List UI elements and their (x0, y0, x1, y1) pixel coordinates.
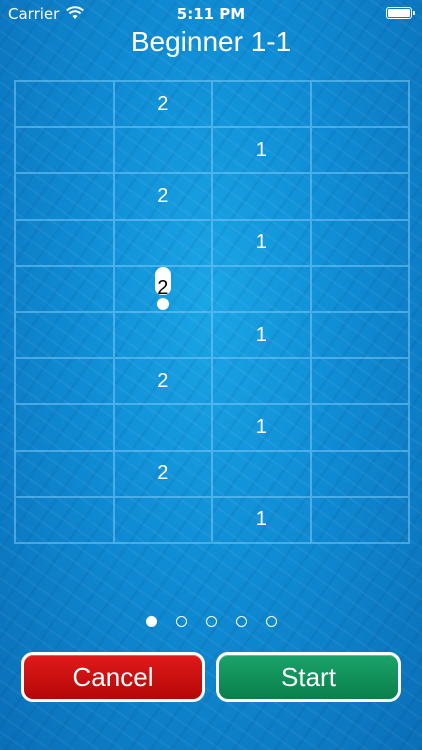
start-button[interactable]: Start (216, 652, 401, 702)
grid-cell[interactable]: 2 (113, 358, 212, 405)
page-dot[interactable] (145, 616, 157, 627)
cell-number: 1 (255, 508, 267, 531)
cell-number: 1 (255, 231, 267, 254)
cancel-button[interactable]: Cancel (21, 652, 205, 702)
grid-cell[interactable] (15, 127, 114, 174)
grid-cell[interactable] (113, 312, 212, 359)
grid-cell[interactable] (212, 173, 311, 220)
grid-cell[interactable] (15, 219, 114, 266)
game-grid[interactable]: 2 1 2 1 2 1 2 1 2 1 (14, 80, 410, 544)
cell-number: 1 (255, 415, 267, 438)
battery-icon (386, 7, 415, 19)
status-bar: Carrier 5:11 PM (0, 0, 422, 28)
grid-cell[interactable]: 1 (212, 127, 311, 174)
grid-cell[interactable] (15, 81, 114, 128)
grid-cell[interactable]: 1 (212, 496, 311, 543)
grid-cell[interactable]: 2 (113, 173, 212, 220)
grid-cell[interactable]: 2 (113, 81, 212, 128)
grid-cell[interactable] (212, 450, 311, 497)
grid-cell[interactable] (113, 496, 212, 543)
grid-cell[interactable] (113, 404, 212, 451)
cell-number: 2 (157, 462, 169, 485)
grid-cell[interactable] (113, 219, 212, 266)
grid-cell[interactable]: 1 (212, 312, 311, 359)
grid-cell[interactable] (212, 265, 311, 312)
grid-cell[interactable]: 2 (113, 450, 212, 497)
cell-number: 1 (255, 138, 267, 161)
grid-cell[interactable]: 1 (212, 219, 311, 266)
cell-number: 2 (157, 184, 169, 207)
grid-cell[interactable] (310, 312, 409, 359)
page-dot[interactable] (235, 616, 247, 627)
page-dot[interactable] (175, 616, 187, 627)
grid-cell[interactable] (15, 312, 114, 359)
page-indicator[interactable] (0, 616, 422, 627)
grid-cell[interactable] (310, 81, 409, 128)
page-dot[interactable] (265, 616, 277, 627)
grid-cell[interactable] (15, 265, 114, 312)
cell-number: 2 (157, 277, 169, 300)
grid-cell[interactable] (113, 127, 212, 174)
grid-cell[interactable] (310, 219, 409, 266)
grid-cell[interactable] (15, 173, 114, 220)
grid-cell[interactable] (15, 496, 114, 543)
cell-number: 1 (255, 323, 267, 346)
grid-cell[interactable] (310, 358, 409, 405)
grid-cell[interactable]: 1 (212, 404, 311, 451)
grid-cell[interactable] (310, 404, 409, 451)
grid-cell[interactable] (310, 450, 409, 497)
grid-cell[interactable] (212, 81, 311, 128)
grid-cell[interactable] (15, 358, 114, 405)
grid-cell[interactable] (310, 173, 409, 220)
grid-cell[interactable] (310, 127, 409, 174)
grid-cell[interactable] (310, 496, 409, 543)
level-title: Beginner 1-1 (130, 26, 292, 57)
page-dot[interactable] (205, 616, 217, 627)
cell-number: 2 (157, 369, 169, 392)
clock: 5:11 PM (176, 5, 246, 23)
grid-cell[interactable] (15, 404, 114, 451)
cell-number: 2 (157, 92, 169, 115)
grid-cell[interactable] (15, 450, 114, 497)
grid-cell[interactable] (212, 358, 311, 405)
grid-cell[interactable]: 2 (113, 265, 212, 312)
grid-cell[interactable] (310, 265, 409, 312)
